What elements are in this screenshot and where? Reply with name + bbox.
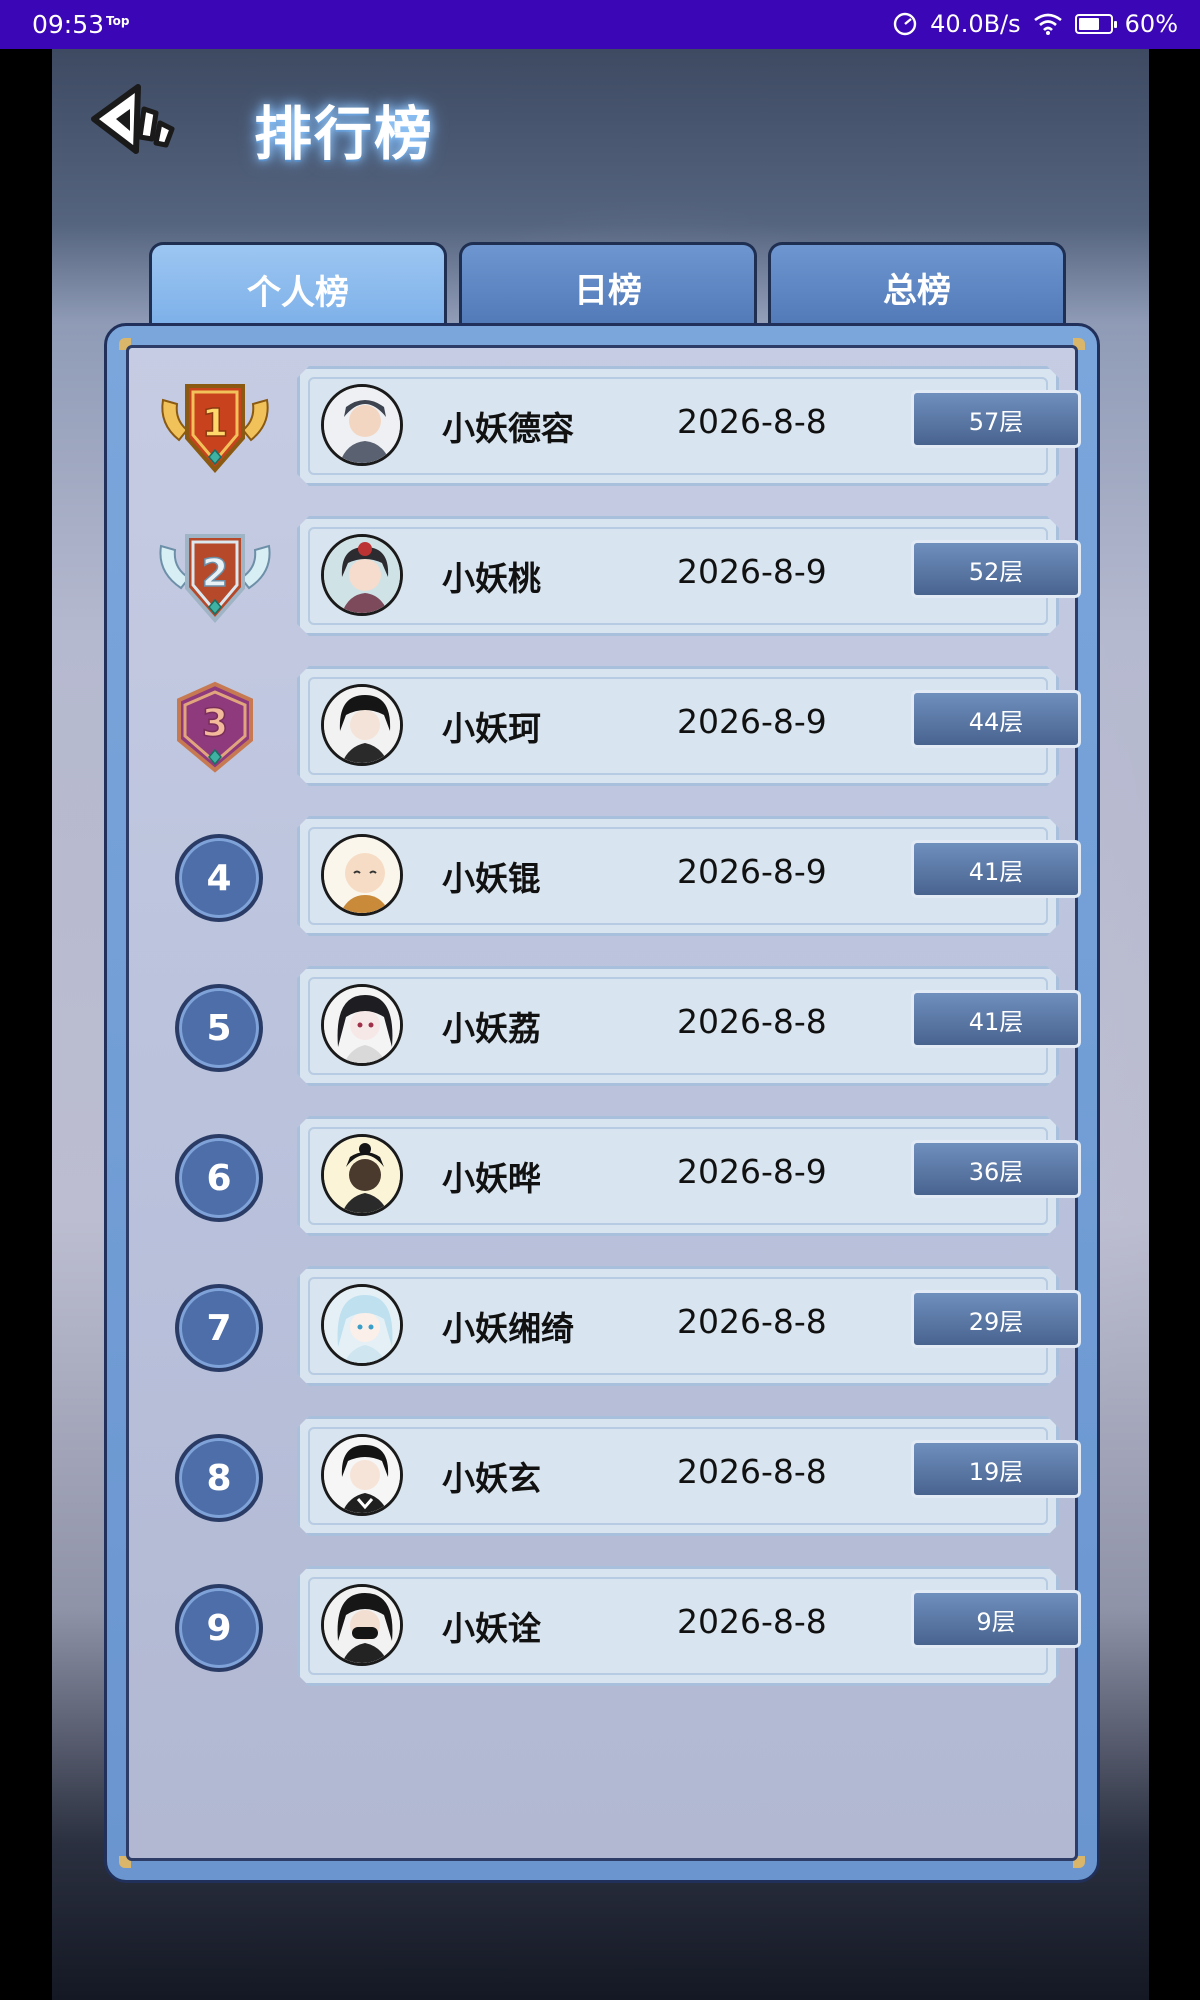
leaderboard-panel: 1 小妖德容 2026-8-8 57层 2 小妖桃 2026-8-9 52层 3… (104, 323, 1100, 1883)
play-date: 2026-8-9 (677, 1152, 827, 1191)
battery-level: 60% (1124, 10, 1178, 38)
leaderboard-row[interactable]: 1 小妖德容 2026-8-8 57层 (107, 366, 1103, 486)
play-date: 2026-8-8 (677, 1452, 827, 1491)
floor-badge: 57层 (911, 390, 1081, 448)
player-avatar (321, 1284, 403, 1366)
tab-total[interactable]: 总榜 (768, 242, 1066, 330)
status-bar: 09:53 Top 40.0B/s 60% (0, 0, 1200, 49)
player-name: 小妖诠 (442, 1609, 541, 1648)
floor-badge: 19层 (911, 1440, 1081, 1498)
player-avatar (321, 1134, 403, 1216)
player-avatar (321, 1584, 403, 1666)
player-avatar (321, 534, 403, 616)
player-avatar (321, 1434, 403, 1516)
rank-number: 6 (175, 1134, 263, 1222)
bronze-medal-icon: 3 (177, 681, 253, 773)
floor-badge: 41层 (911, 990, 1081, 1048)
rank-number: 5 (175, 984, 263, 1072)
leaderboard-row[interactable]: 2 小妖桃 2026-8-9 52层 (107, 516, 1103, 636)
leaderboard-row[interactable]: 8 小妖玄 2026-8-8 19层 (107, 1416, 1103, 1536)
speedometer-icon (893, 12, 917, 36)
tab-bar: 个人榜 日榜 总榜 (149, 242, 1069, 334)
top-badge: Top (106, 14, 130, 28)
player-name: 小妖桃 (442, 559, 541, 598)
player-name: 小妖玄 (442, 1459, 541, 1498)
floor-badge: 41层 (911, 840, 1081, 898)
play-date: 2026-8-8 (677, 402, 827, 441)
tab-daily[interactable]: 日榜 (459, 242, 757, 330)
rank-number: 7 (175, 1284, 263, 1372)
status-time: 09:53 (32, 10, 105, 39)
leaderboard-row[interactable]: 3 小妖珂 2026-8-9 44层 (107, 666, 1103, 786)
play-date: 2026-8-8 (677, 1302, 827, 1341)
rank-number: 4 (175, 834, 263, 922)
leaderboard-row[interactable]: 5 小妖荔 2026-8-8 41层 (107, 966, 1103, 1086)
floor-badge: 36层 (911, 1140, 1081, 1198)
rank-number: 8 (175, 1434, 263, 1522)
play-date: 2026-8-9 (677, 552, 827, 591)
player-name: 小妖缃绮 (442, 1309, 574, 1348)
gold-medal-icon: 1 (161, 384, 269, 474)
play-date: 2026-8-9 (677, 702, 827, 741)
rank-number: 9 (175, 1584, 263, 1672)
rank-number: 3 (202, 701, 228, 745)
player-avatar (321, 984, 403, 1066)
tab-personal[interactable]: 个人榜 (149, 242, 447, 334)
leaderboard-row[interactable]: 6 小妖晔 2026-8-9 36层 (107, 1116, 1103, 1236)
player-name: 小妖德容 (442, 409, 574, 448)
player-avatar (321, 384, 403, 466)
player-name: 小妖晔 (442, 1159, 541, 1198)
floor-badge: 52层 (911, 540, 1081, 598)
rank-number: 1 (202, 401, 228, 445)
player-name: 小妖荔 (442, 1009, 541, 1048)
status-right: 40.0B/s 60% (892, 10, 1178, 38)
player-name: 小妖珂 (442, 709, 541, 748)
leaderboard-row[interactable]: 9 小妖诠 2026-8-8 9层 (107, 1566, 1103, 1686)
leaderboard-row[interactable]: 4 小妖锟 2026-8-9 41层 (107, 816, 1103, 936)
battery-icon (1074, 14, 1117, 34)
net-speed: 40.0B/s (930, 10, 1021, 38)
play-date: 2026-8-8 (677, 1002, 827, 1041)
floor-badge: 44层 (911, 690, 1081, 748)
wifi-icon (1033, 13, 1062, 35)
play-date: 2026-8-9 (677, 852, 827, 891)
play-date: 2026-8-8 (677, 1602, 827, 1641)
player-name: 小妖锟 (442, 859, 541, 898)
rank-number: 2 (202, 551, 228, 595)
silver-medal-icon: 2 (159, 534, 271, 624)
leaderboard-screen: 排行榜 个人榜 日榜 总榜 1 小妖德容 2026-8-8 57层 2 小妖桃 … (52, 49, 1149, 2000)
player-avatar (321, 684, 403, 766)
floor-badge: 29层 (911, 1290, 1081, 1348)
floor-badge: 9层 (911, 1590, 1081, 1648)
back-button[interactable] (86, 79, 182, 161)
player-avatar (321, 834, 403, 916)
page-title: 排行榜 (254, 100, 435, 168)
leaderboard-row[interactable]: 7 小妖缃绮 2026-8-8 29层 (107, 1266, 1103, 1386)
